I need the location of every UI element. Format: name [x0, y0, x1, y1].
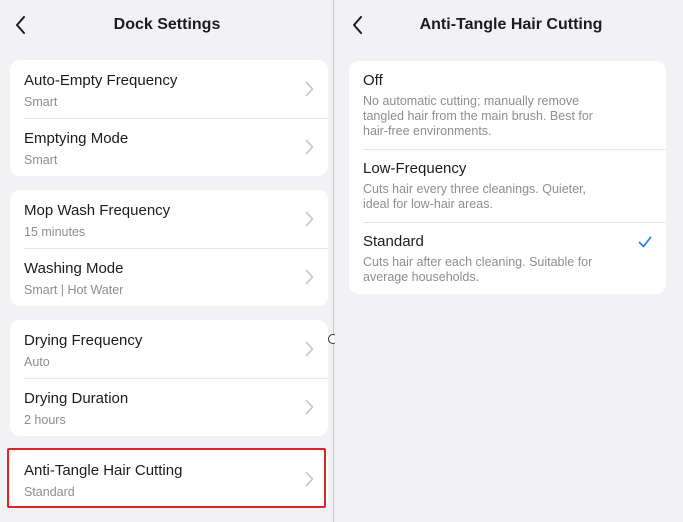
row-mop-wash-frequency[interactable]: Mop Wash Frequency 15 minutes [10, 190, 328, 248]
option-description: Cuts hair after each cleaning. Suitable … [363, 255, 593, 284]
row-value: Smart [24, 95, 58, 109]
option-title: Off [363, 72, 383, 89]
page-title: Anti-Tangle Hair Cutting [419, 16, 603, 33]
header: Anti-Tangle Hair Cutting [335, 0, 683, 50]
option-description: Cuts hair every three cleanings. Quieter… [363, 182, 587, 211]
row-label: Emptying Mode [24, 130, 129, 147]
option-title: Low-Frequency [363, 160, 467, 177]
option-description: No automatic cutting; manually remove ta… [363, 94, 593, 138]
chevron-right-icon [305, 139, 314, 155]
row-label: Mop Wash Frequency [24, 202, 171, 219]
chevron-right-icon [305, 211, 314, 227]
row-value: Smart [24, 153, 58, 167]
row-label: Drying Duration [24, 390, 129, 407]
row-drying-frequency[interactable]: Drying Frequency Auto [10, 320, 328, 378]
chevron-right-icon [305, 81, 314, 97]
row-anti-tangle-hair-cutting[interactable]: Anti-Tangle Hair Cutting Standard [10, 450, 328, 508]
settings-group-drying: Drying Frequency Auto Drying Duration 2 … [10, 320, 328, 436]
row-value: 2 hours [24, 413, 66, 427]
row-emptying-mode[interactable]: Emptying Mode Smart [10, 118, 328, 176]
option-low-frequency[interactable]: Low-Frequency Cuts hair every three clea… [349, 149, 666, 222]
row-value: Smart | Hot Water [24, 283, 124, 297]
chevron-right-icon [305, 341, 314, 357]
row-auto-empty-frequency[interactable]: Auto-Empty Frequency Smart [10, 60, 328, 118]
chevron-right-icon [305, 399, 314, 415]
pane-divider [333, 0, 334, 522]
row-label: Washing Mode [24, 260, 124, 277]
options-card: Off No automatic cutting; manually remov… [349, 61, 666, 294]
header: Dock Settings [0, 0, 334, 50]
settings-group-emptying: Auto-Empty Frequency Smart Emptying Mode… [10, 60, 328, 176]
settings-group-anti-tangle: Anti-Tangle Hair Cutting Standard [10, 450, 328, 508]
dock-settings-screen: Dock Settings Auto-Empty Frequency Smart… [0, 0, 334, 522]
checkmark-icon [638, 236, 652, 248]
row-washing-mode[interactable]: Washing Mode Smart | Hot Water [10, 248, 328, 306]
row-value: Standard [24, 485, 75, 499]
row-value: 15 minutes [24, 225, 86, 239]
row-label: Anti-Tangle Hair Cutting [24, 462, 183, 479]
row-label: Drying Frequency [24, 332, 143, 349]
settings-group-mop-wash: Mop Wash Frequency 15 minutes Washing Mo… [10, 190, 328, 306]
row-drying-duration[interactable]: Drying Duration 2 hours [10, 378, 328, 436]
anti-tangle-screen: Anti-Tangle Hair Cutting Off No automati… [335, 0, 683, 522]
chevron-right-icon [305, 269, 314, 285]
page-title: Dock Settings [113, 16, 221, 33]
row-value: Auto [24, 355, 50, 369]
row-label: Auto-Empty Frequency [24, 72, 178, 89]
option-title: Standard [363, 233, 424, 250]
option-off[interactable]: Off No automatic cutting; manually remov… [349, 61, 666, 149]
chevron-right-icon [305, 471, 314, 487]
option-standard[interactable]: Standard Cuts hair after each cleaning. … [349, 222, 666, 294]
